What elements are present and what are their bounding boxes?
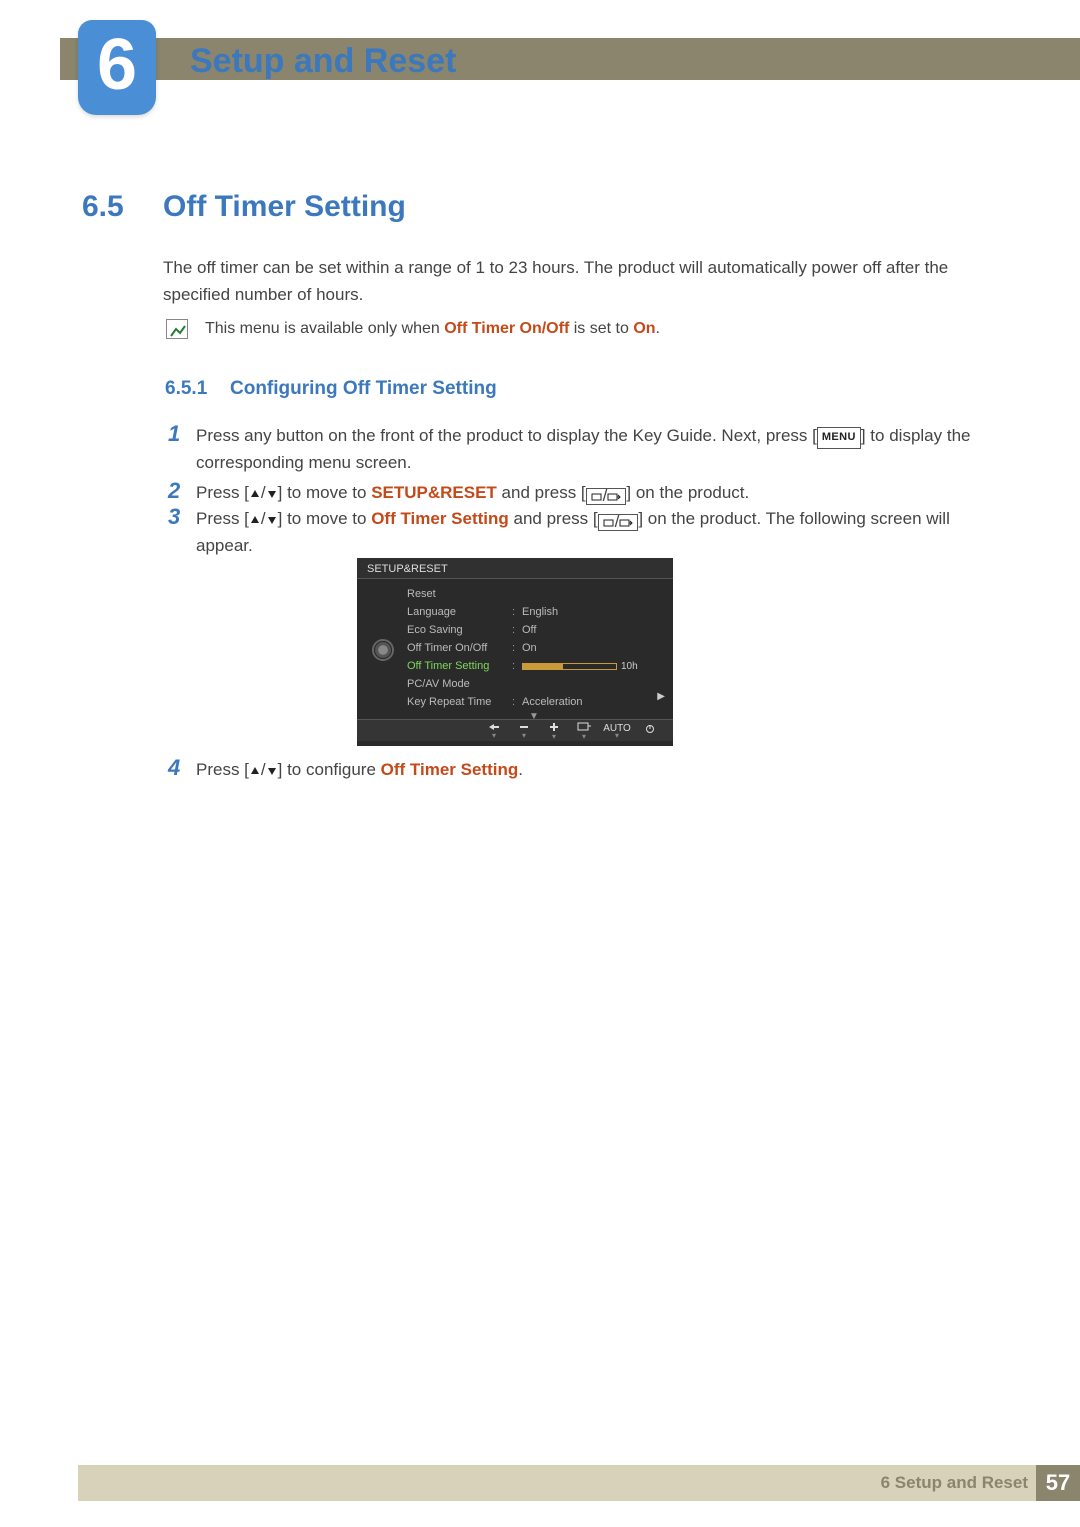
chapter-title: Setup and Reset <box>190 42 456 81</box>
page-number: 57 <box>1036 1465 1080 1501</box>
slider-icon <box>522 663 617 670</box>
osd-plus-icon: ▾ <box>539 722 569 740</box>
footer-band: 6 Setup and Reset 57 <box>78 1465 1080 1501</box>
up-down-icon: / <box>249 509 278 528</box>
step-number: 4 <box>168 756 196 780</box>
step-2: 2 Press [/] to move to SETUP&RESET and p… <box>168 479 1000 506</box>
note-bold1: Off Timer On/Off <box>444 320 569 337</box>
up-down-icon: / <box>249 483 278 502</box>
step-bold: SETUP&RESET <box>371 483 497 502</box>
step-body: Press [/] to move to SETUP&RESET and pre… <box>196 479 1000 506</box>
step-body: Press [/] to move to Off Timer Setting a… <box>196 505 1000 559</box>
down-arrow-icon: ▼ <box>407 711 661 723</box>
osd-title: SETUP&RESET <box>357 558 673 579</box>
step-1: 1 Press any button on the front of the p… <box>168 422 1000 476</box>
step-bold: Off Timer Setting <box>371 509 509 528</box>
note-mid: is set to <box>569 320 633 337</box>
gear-icon <box>374 641 392 659</box>
osd-row: Key Repeat Time:Acceleration <box>401 693 661 711</box>
osd-row: Eco Saving:Off <box>401 621 661 639</box>
osd-icon-column <box>369 585 397 715</box>
note-suffix: . <box>656 320 660 337</box>
osd-body: Reset Language:English Eco Saving:Off Of… <box>357 579 673 719</box>
osd-row: PC/AV Mode <box>401 675 661 693</box>
note-icon <box>166 319 188 339</box>
osd-row: Language:English <box>401 603 661 621</box>
step-4: 4 Press [/] to configure Off Timer Setti… <box>168 756 1000 783</box>
section-title: Off Timer Setting <box>163 190 406 224</box>
section-number: 6.5 <box>82 190 124 224</box>
step-body: Press any button on the front of the pro… <box>196 422 1000 476</box>
osd-back-icon: ▾ <box>479 723 509 739</box>
osd-minus-icon: ▾ <box>509 723 539 739</box>
step-number: 1 <box>168 422 196 446</box>
osd-auto-label: AUTO▾ <box>599 723 635 739</box>
footer-chapter: 6 Setup and Reset <box>881 1473 1028 1493</box>
note-prefix: This menu is available only when <box>205 320 444 337</box>
right-arrow-icon: ▶ <box>657 691 665 702</box>
osd-screenshot: SETUP&RESET Reset Language:English Eco S… <box>357 558 673 746</box>
step-3: 3 Press [/] to move to Off Timer Setting… <box>168 505 1000 559</box>
subsection-number: 6.5.1 <box>165 378 207 400</box>
osd-row: Off Timer On/Off:On <box>401 639 661 657</box>
osd-enter-icon: ▾ <box>569 722 599 740</box>
subsection-title: Configuring Off Timer Setting <box>230 378 497 400</box>
osd-power-icon <box>635 724 665 737</box>
step-number: 3 <box>168 505 196 529</box>
osd-row-selected: Off Timer Setting:10h <box>401 657 661 675</box>
select-source-icon: / <box>598 514 639 531</box>
osd-footer: ▾ ▾ ▾ ▾ AUTO▾ <box>357 719 673 741</box>
step-bold: Off Timer Setting <box>381 760 519 779</box>
intro-paragraph: The off timer can be set within a range … <box>163 254 1000 308</box>
chapter-number-tab: 6 <box>78 20 156 115</box>
select-source-icon: / <box>586 488 627 505</box>
osd-menu-list: Reset Language:English Eco Saving:Off Of… <box>401 585 661 715</box>
up-down-icon: / <box>249 760 278 779</box>
step-number: 2 <box>168 479 196 503</box>
note-bold2: On <box>633 320 655 337</box>
osd-row: Reset <box>401 585 661 603</box>
note-text: This menu is available only when Off Tim… <box>205 320 1000 338</box>
menu-badge: MENU <box>817 427 861 449</box>
step-body: Press [/] to configure Off Timer Setting… <box>196 756 1000 783</box>
